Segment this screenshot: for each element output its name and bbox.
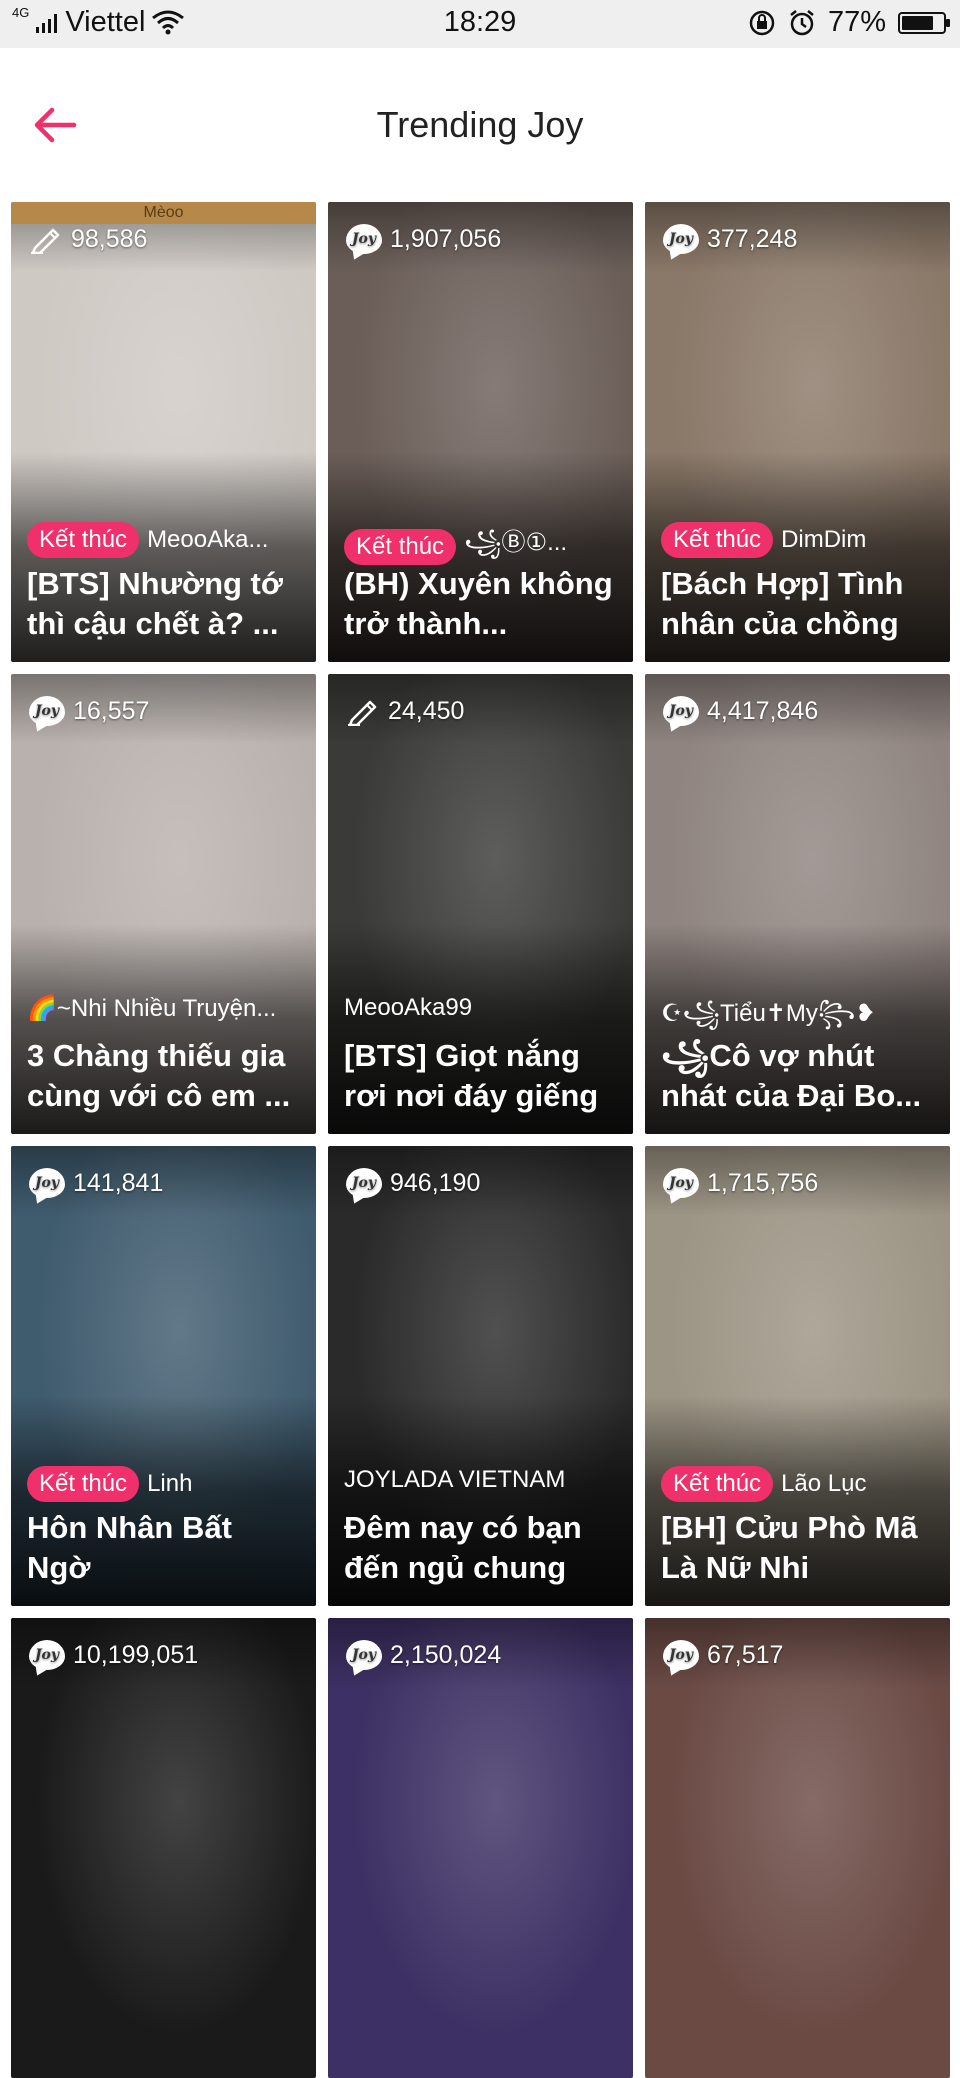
joy-icon: Joy bbox=[663, 1168, 699, 1198]
card-meta: Kết thúc MeooAka... bbox=[27, 522, 302, 558]
author-name: MeooAka99 bbox=[344, 994, 473, 1021]
status-badge: Kết thúc bbox=[344, 529, 457, 565]
story-card[interactable]: Joy 1,715,756 Kết thúc Lão Lục [BH] Cửu Phò … bbox=[645, 1146, 950, 1606]
pen-icon bbox=[348, 700, 377, 726]
status-bar: 4G Viettel 18:29 77% bbox=[0, 0, 960, 48]
story-title: [Bách Hợp] Tình nhân của chồng bbox=[661, 566, 904, 641]
read-count-value: 1,907,056 bbox=[390, 224, 502, 253]
battery-percent: 77% bbox=[827, 6, 886, 38]
joy-icon: Joy bbox=[29, 696, 65, 726]
joy-icon: Joy bbox=[29, 1640, 65, 1670]
read-count: 24,450 bbox=[346, 696, 464, 726]
author-name: Lão Lục bbox=[781, 1470, 867, 1497]
alarm-icon bbox=[790, 9, 814, 35]
read-count: Joy 67,517 bbox=[663, 1640, 783, 1670]
read-count: 98,586 bbox=[29, 224, 147, 254]
story-title: Hôn Nhân Bất Ngờ bbox=[27, 1510, 232, 1585]
read-count-value: 4,417,846 bbox=[707, 696, 819, 725]
story-grid: 98,586 Kết thúc MeooAka... [BTS] Nhường tớ … bbox=[11, 202, 951, 2078]
read-count-value: 16,557 bbox=[73, 696, 150, 725]
story-title: ꧁Cô vợ nhút nhát của Đại Bo... bbox=[661, 1038, 922, 1113]
card-meta: Kết thúc DimDim bbox=[661, 522, 936, 558]
story-card[interactable]: Joy 2,150,024 bbox=[328, 1618, 633, 2078]
cover-brand: Mèoo bbox=[11, 202, 316, 224]
story-title: [BTS] Nhường tớ thì cậu chết à? ... bbox=[27, 566, 283, 641]
read-count: Joy 141,841 bbox=[29, 1168, 163, 1198]
card-meta: Kết thúc Linh bbox=[27, 1466, 302, 1502]
read-count: Joy 2,150,024 bbox=[346, 1640, 501, 1670]
read-count-value: 1,715,756 bbox=[707, 1168, 819, 1197]
status-badge: Kết thúc bbox=[661, 1466, 774, 1502]
author-name: MeooAka... bbox=[147, 526, 269, 553]
read-count-value: 98,586 bbox=[71, 224, 148, 253]
rotation-lock-icon bbox=[749, 10, 775, 35]
story-card[interactable]: 98,586 Kết thúc MeooAka... [BTS] Nhường tớ … bbox=[11, 202, 316, 662]
read-count: Joy 4,417,846 bbox=[663, 696, 818, 726]
read-count: Joy 1,715,756 bbox=[663, 1168, 818, 1198]
status-badge: Kết thúc bbox=[27, 522, 140, 558]
joy-icon: Joy bbox=[346, 1640, 382, 1670]
status-right: 77% bbox=[748, 6, 950, 39]
read-count-value: 141,841 bbox=[73, 1168, 164, 1197]
read-count-value: 24,450 bbox=[388, 696, 465, 725]
author-name: Linh bbox=[147, 1470, 193, 1497]
story-card[interactable]: Joy 4,417,846 ☪꧁Tiểu✝My꧂❥ ꧁Cô vợ nhút nhát … bbox=[645, 674, 950, 1134]
app-bar: Trending Joy bbox=[0, 48, 960, 198]
read-count: Joy 377,248 bbox=[663, 224, 797, 254]
read-count-value: 2,150,024 bbox=[390, 1640, 502, 1669]
read-count-value: 67,517 bbox=[707, 1640, 784, 1669]
read-count: Joy 10,199,051 bbox=[29, 1640, 198, 1670]
read-count-value: 377,248 bbox=[707, 224, 798, 253]
joy-icon: Joy bbox=[663, 696, 699, 726]
joy-icon: Joy bbox=[663, 224, 699, 254]
story-title: [BTS] Giọt nắng rơi nơi đáy giếng bbox=[344, 1038, 599, 1113]
card-meta: Kết thúc Lão Lục bbox=[661, 1466, 936, 1502]
joy-icon: Joy bbox=[346, 1168, 382, 1198]
story-title: 3 Chàng thiếu gia cùng với cô em ... bbox=[27, 1038, 291, 1113]
read-count: Joy 1,907,056 bbox=[346, 224, 501, 254]
story-card[interactable]: Joy 16,557 🌈~Nhi Nhiều Truyện... 3 Chàng th… bbox=[11, 674, 316, 1134]
card-meta: MeooAka99 bbox=[344, 994, 619, 1022]
read-count-value: 10,199,051 bbox=[73, 1640, 199, 1669]
author-name: 🌈~Nhi Nhiều Truyện... bbox=[27, 995, 277, 1022]
card-meta: 🌈~Nhi Nhiều Truyện... bbox=[27, 994, 302, 1023]
story-title: Đêm nay có bạn đến ngủ chung bbox=[344, 1510, 582, 1585]
read-count: Joy 16,557 bbox=[29, 696, 149, 726]
story-card[interactable]: Joy 946,190 JOYLADA VIETNAM Đêm nay có bạn … bbox=[328, 1146, 633, 1606]
pen-icon bbox=[31, 228, 60, 254]
author-name: DimDim bbox=[781, 526, 867, 553]
story-title: (BH) Xuyên không trở thành... bbox=[344, 566, 613, 641]
story-card[interactable]: Joy 1,907,056 Kết thúc ꧁Ⓑ①... (BH) Xuyên khô… bbox=[328, 202, 633, 662]
joy-icon: Joy bbox=[29, 1168, 65, 1198]
read-count: Joy 946,190 bbox=[346, 1168, 480, 1198]
story-card[interactable]: 24,450 MeooAka99 [BTS] Giọt nắng rơi nơi đ… bbox=[328, 674, 633, 1134]
status-badge: Kết thúc bbox=[27, 1466, 140, 1502]
story-title: [BH] Cửu Phò Mã Là Nữ Nhi bbox=[661, 1510, 918, 1585]
author-name: JOYLADA VIETNAM bbox=[344, 1466, 566, 1493]
page-title: Trending Joy bbox=[376, 104, 584, 145]
joy-icon: Joy bbox=[663, 1640, 699, 1670]
card-meta: JOYLADA VIETNAM bbox=[344, 1466, 619, 1494]
story-card[interactable]: Joy 67,517 bbox=[645, 1618, 950, 2078]
story-card[interactable]: Joy 141,841 Kết thúc Linh Hôn Nhân Bất Ngờ bbox=[11, 1146, 316, 1606]
battery-icon bbox=[898, 11, 950, 34]
status-badge: Kết thúc bbox=[661, 522, 774, 558]
story-card[interactable]: Joy 377,248 Kết thúc DimDim [Bách Hợp] Tình … bbox=[645, 202, 950, 662]
story-card[interactable]: Joy 10,199,051 bbox=[11, 1618, 316, 2078]
read-count-value: 946,190 bbox=[390, 1168, 481, 1197]
joy-icon: Joy bbox=[346, 224, 382, 254]
